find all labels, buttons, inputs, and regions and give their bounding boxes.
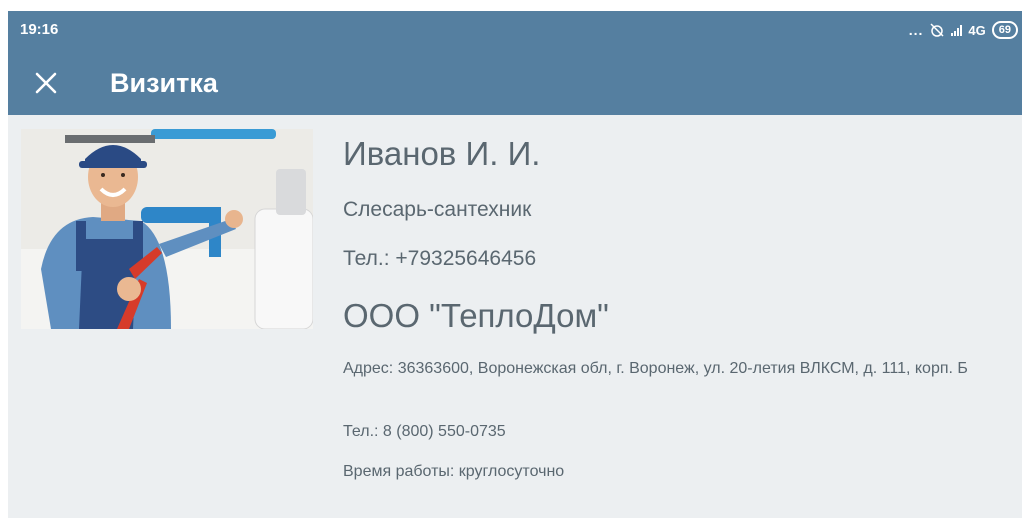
company-name: ООО "ТеплоДом" — [343, 297, 609, 334]
alarm-off-icon — [930, 23, 944, 37]
app-bar: Визитка — [8, 51, 1022, 115]
person-name: Иванов И. И. — [343, 135, 541, 172]
network-type: 4G — [968, 22, 986, 38]
status-time: 19:16 — [20, 21, 59, 38]
working-hours: Время работы: круглосуточно — [343, 463, 565, 480]
page-title: Визитка — [110, 68, 218, 98]
notification-dots: ... — [908, 22, 924, 38]
signal-icon — [951, 24, 963, 36]
company-address: Адрес: 36363600, Воронежская обл, г. Вор… — [343, 360, 968, 377]
close-icon — [35, 72, 57, 94]
person-position: Слесарь-сантехник — [343, 198, 532, 221]
person-phone[interactable]: Тел.: +79325646456 — [343, 247, 536, 271]
battery-icon: 69 — [991, 21, 1018, 39]
close-button[interactable] — [28, 65, 64, 101]
company-phone[interactable]: Тел.: 8 (800) 550-0735 — [343, 423, 506, 441]
status-icons: ... 4G 69 — [909, 20, 1018, 40]
profile-photo — [21, 129, 313, 329]
app-screen: 19:16 ... 4G 69 Визитка Иванов И. И. Сле… — [8, 11, 1022, 518]
status-bar: 19:16 ... 4G 69 — [8, 11, 1022, 51]
